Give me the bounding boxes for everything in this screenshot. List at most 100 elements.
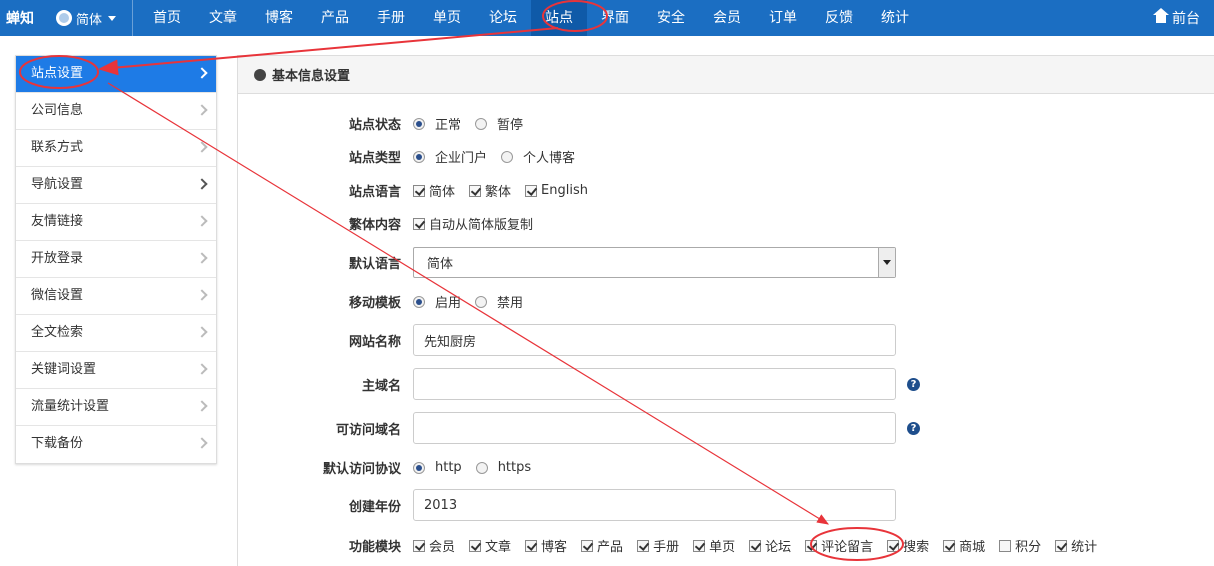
nav-item[interactable]: 反馈	[811, 0, 867, 36]
type-portal-radio[interactable]: 企业门户	[413, 147, 487, 166]
nav-item[interactable]: 安全	[643, 0, 699, 36]
sidebar-item[interactable]: 微信设置	[16, 278, 216, 315]
row-created-year: 创建年份 2013	[238, 489, 1214, 521]
field-label: 站点类型	[348, 151, 401, 166]
top-navbar: 蝉知 简体 首页 文章 博客 产品 手册 单页 论坛 站点 界面 安全 会员 订单 反馈 统计 前台	[0, 0, 1214, 36]
language-switcher[interactable]: 简体	[48, 0, 130, 36]
created-year-input[interactable]: 2013	[413, 489, 896, 521]
row-default-language: 默认语言 简体	[238, 247, 1214, 278]
chevron-right-icon	[196, 141, 208, 153]
nav-item[interactable]: 文章	[195, 0, 251, 36]
chevron-right-icon	[196, 215, 208, 227]
module-checkbox[interactable]: 产品	[581, 536, 623, 555]
chevron-right-icon	[196, 326, 208, 338]
front-label: 前台	[1172, 11, 1200, 27]
nav-item[interactable]: 会员	[699, 0, 755, 36]
type-blog-radio[interactable]: 个人博客	[501, 147, 575, 166]
brand-logo[interactable]: 蝉知	[0, 8, 48, 28]
status-paused-radio[interactable]: 暂停	[475, 114, 523, 133]
sidebar-item-label: 站点设置	[31, 66, 84, 81]
field-label: 站点语言	[348, 185, 401, 200]
sidebar-item[interactable]: 全文检索	[16, 315, 216, 352]
sidebar-item[interactable]: 导航设置	[16, 167, 216, 204]
mobile-enable-radio[interactable]: 启用	[413, 292, 461, 311]
field-label: 繁体内容	[348, 218, 401, 233]
site-name-input[interactable]: 先知厨房	[413, 324, 896, 356]
nav-item[interactable]: 产品	[307, 0, 363, 36]
module-checkbox[interactable]: 文章	[469, 536, 511, 555]
sidebar-item-label: 下载备份	[31, 436, 84, 451]
language-label: 简体	[76, 12, 103, 28]
main-nav: 首页 文章 博客 产品 手册 单页 论坛 站点 界面 安全 会员 订单 反馈 统计	[139, 0, 923, 36]
module-checkbox[interactable]: 统计	[1055, 536, 1097, 555]
sidebar-item[interactable]: 站点设置	[16, 56, 216, 93]
lang-en-checkbox[interactable]: English	[525, 183, 588, 198]
field-label: 网站名称	[348, 334, 401, 350]
alias-domain-input[interactable]	[413, 412, 896, 444]
lang-zh-tw-checkbox[interactable]: 繁体	[469, 181, 511, 200]
row-modules: 功能模块 会员 文章 博客 产品 手册 单页 论坛 评论留言 搜索 商城 积分 统计	[238, 536, 1214, 555]
nav-item[interactable]: 界面	[587, 0, 643, 36]
sidebar-item-label: 联系方式	[31, 140, 84, 155]
protocol-http-radio[interactable]: http	[413, 460, 462, 475]
sidebar-item[interactable]: 流量统计设置	[16, 389, 216, 426]
default-language-select[interactable]: 简体	[413, 247, 896, 278]
basic-info-panel: 基本信息设置 站点状态 正常 暂停 站点类型 企业门户 个人博客 站点语言 简体…	[237, 55, 1214, 566]
chevron-right-icon	[196, 252, 208, 264]
nav-item[interactable]: 手册	[363, 0, 419, 36]
mobile-disable-radio[interactable]: 禁用	[475, 292, 523, 311]
nav-item[interactable]: 订单	[755, 0, 811, 36]
caret-down-icon	[108, 15, 117, 21]
front-link[interactable]: 前台	[1153, 0, 1200, 36]
module-checkbox[interactable]: 单页	[693, 536, 735, 555]
lang-zh-cn-checkbox[interactable]: 简体	[413, 181, 455, 200]
nav-item[interactable]: 论坛	[475, 0, 531, 36]
panel-title: 基本信息设置	[272, 69, 351, 84]
sidebar-item-label: 微信设置	[31, 288, 84, 303]
sidebar-item[interactable]: 公司信息	[16, 93, 216, 130]
help-icon[interactable]: ?	[907, 377, 920, 391]
module-checkbox[interactable]: 论坛	[749, 536, 791, 555]
sidebar-item[interactable]: 开放登录	[16, 241, 216, 278]
nav-item[interactable]: 统计	[867, 0, 923, 36]
module-checkbox[interactable]: 会员	[413, 536, 455, 555]
sidebar-item[interactable]: 联系方式	[16, 130, 216, 167]
field-label: 站点状态	[348, 118, 401, 133]
status-normal-radio[interactable]: 正常	[413, 114, 461, 133]
row-site-type: 站点类型 企业门户 个人博客	[238, 147, 1214, 166]
nav-item[interactable]: 博客	[251, 0, 307, 36]
chevron-right-icon	[196, 104, 208, 116]
module-checkbox[interactable]: 博客	[525, 536, 567, 555]
protocol-https-radio[interactable]: https	[475, 460, 531, 475]
nav-item[interactable]: 首页	[139, 0, 195, 36]
module-checkbox[interactable]: 积分	[999, 536, 1041, 555]
field-label: 默认语言	[348, 257, 401, 272]
nav-item[interactable]: 站点	[531, 0, 588, 36]
row-site-language: 站点语言 简体 繁体 English	[238, 181, 1214, 200]
module-checkbox[interactable]: 手册	[637, 536, 679, 555]
sidebar-item-label: 友情链接	[31, 214, 84, 229]
sidebar-item-label: 关键词设置	[31, 362, 97, 377]
sidebar-item[interactable]: 下载备份	[16, 426, 216, 463]
help-icon[interactable]: ?	[907, 421, 920, 435]
nav-item[interactable]: 单页	[419, 0, 475, 36]
sidebar-item-label: 流量统计设置	[31, 399, 110, 414]
module-checkbox[interactable]: 搜索	[887, 536, 929, 555]
main-domain-input[interactable]	[413, 368, 896, 400]
chevron-right-icon	[196, 178, 208, 190]
dropdown-arrow-icon[interactable]	[878, 248, 895, 277]
panel-header: 基本信息设置	[238, 56, 1214, 94]
chevron-right-icon	[196, 400, 208, 412]
sidebar-item[interactable]: 关键词设置	[16, 352, 216, 389]
row-main-domain: 主域名 ?	[238, 368, 1214, 400]
auto-copy-checkbox[interactable]: 自动从简体版复制	[413, 214, 533, 233]
row-mobile-template: 移动模板 启用 禁用	[238, 292, 1214, 311]
sidebar-item-label: 开放登录	[31, 251, 84, 266]
nav-divider	[132, 0, 134, 36]
module-checkbox[interactable]: 商城	[943, 536, 985, 555]
row-site-name: 网站名称 先知厨房	[238, 324, 1214, 356]
sidebar-item[interactable]: 友情链接	[16, 204, 216, 241]
chevron-right-icon	[196, 363, 208, 375]
module-checkbox[interactable]: 评论留言	[805, 536, 873, 555]
home-icon	[1153, 8, 1169, 24]
